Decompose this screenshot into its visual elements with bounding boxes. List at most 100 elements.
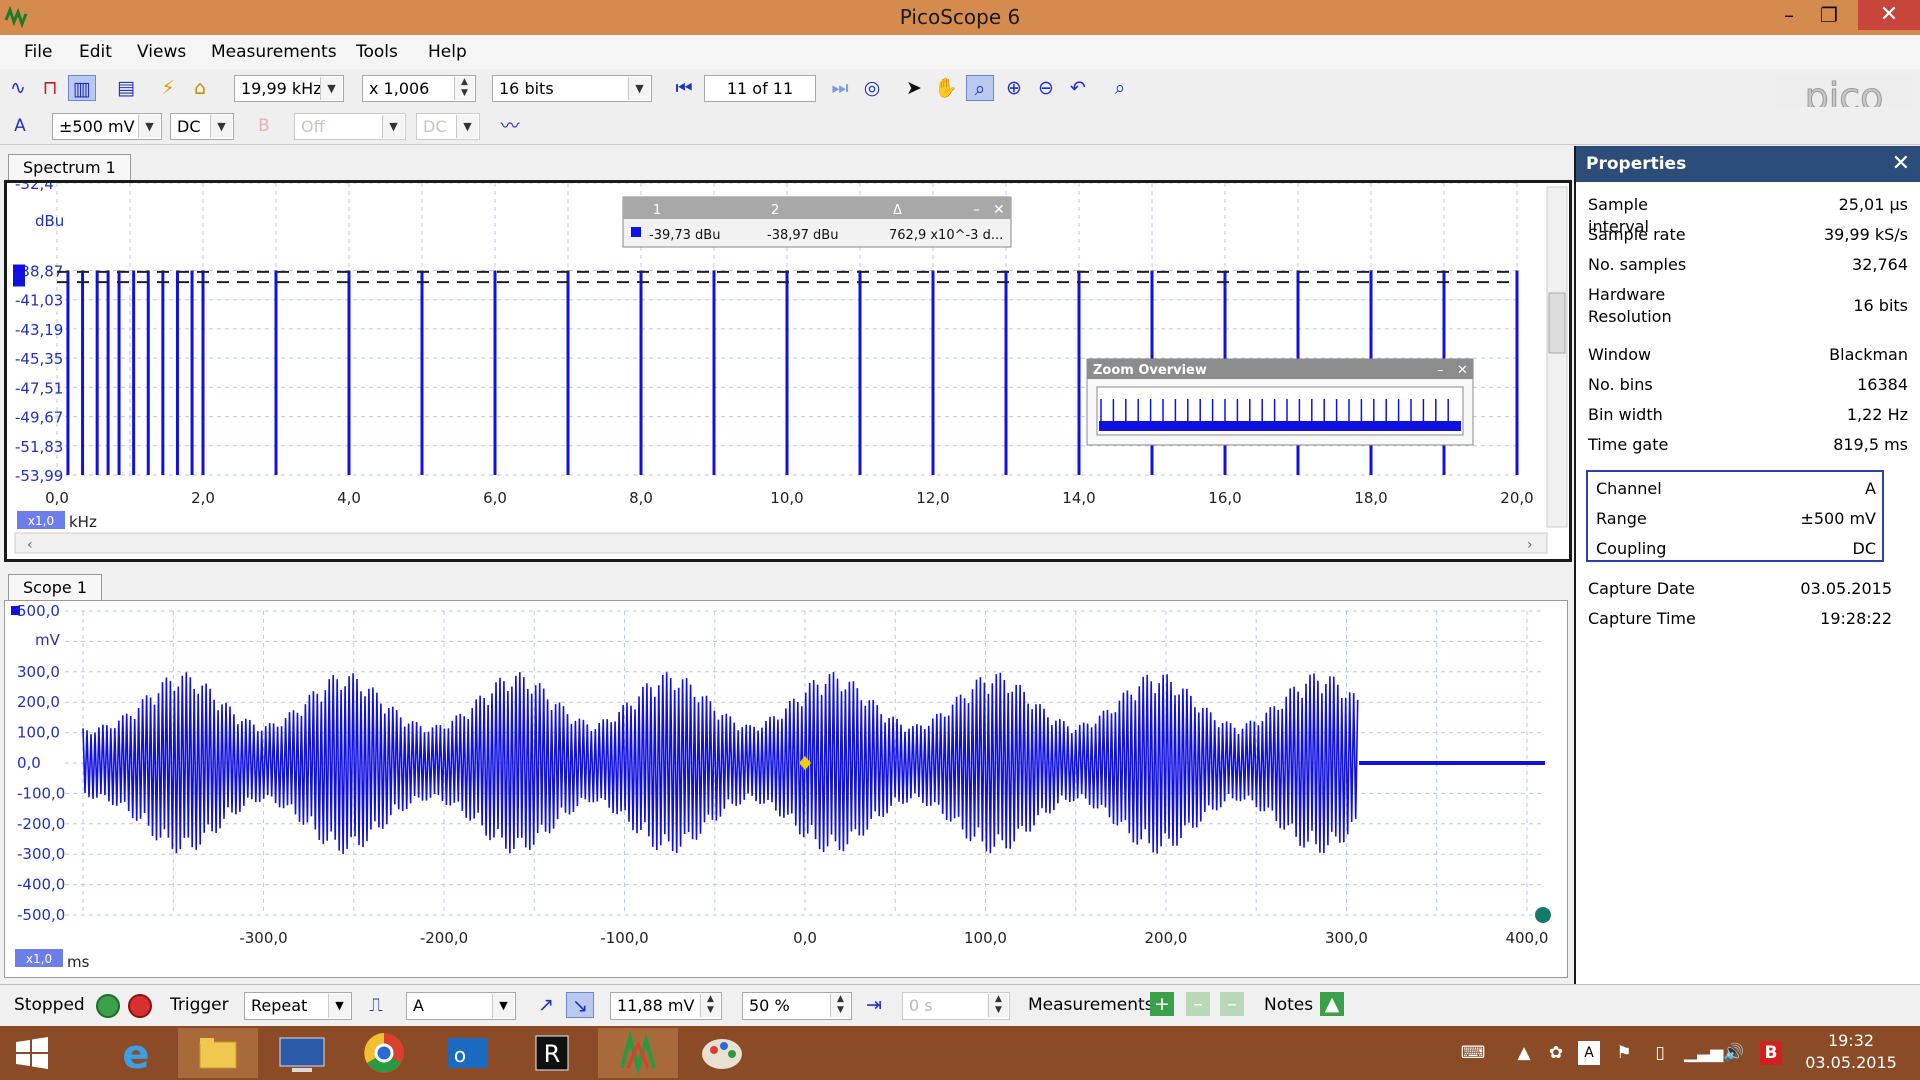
channel-a-coupling-select[interactable]: DC ▼ [170,113,234,140]
tray-b-icon[interactable]: B [1760,1041,1782,1065]
buffer-navigator[interactable]: 11 of 11 [704,75,816,102]
falling-edge-icon[interactable]: ↘ [566,992,594,1018]
home-icon[interactable]: ⌂ [186,75,214,101]
internet-explorer-icon[interactable]: e [96,1028,176,1078]
zoom-fit-icon[interactable]: ⌕ [1106,75,1134,101]
tray-app-icon[interactable]: ✿ [1544,1041,1568,1065]
resolution-select[interactable]: 16 bits ▼ [492,75,652,102]
property-key: Sample rate [1588,225,1686,244]
property-key: Channel [1596,479,1662,498]
add-measurement-icon[interactable]: + [1150,992,1174,1016]
spectrum-chart[interactable]: -32,4-38,87-41,03-43,19-45,35-47,51-49,6… [7,175,1569,559]
trigger-mode-select[interactable]: Repeat ▼ [244,992,352,1020]
hand-tool-icon[interactable]: ✋ [932,75,960,101]
persistence-mode-icon[interactable]: ⊓ [36,75,64,101]
y-tick-label: -53,99 [15,467,63,485]
ruler-header-cell: 2 [771,203,779,218]
rising-edge-icon[interactable]: ↗ [532,992,560,1018]
close-icon: ✕ [993,202,1005,218]
channel-b-button[interactable]: B [250,113,278,139]
battery-icon[interactable]: ▯ [1648,1041,1672,1065]
navigator-icon[interactable]: ◎ [858,75,886,101]
y-tick-label: -49,67 [15,409,63,427]
add-view-icon[interactable]: ▤ [112,75,140,101]
chevron-down-icon: ▼ [328,994,350,1018]
series-swatch [631,227,641,237]
pointer-tool-icon[interactable]: ➤ [900,75,928,101]
menu-measurements[interactable]: Measurements [211,42,337,62]
volume-icon[interactable]: 🔊 [1722,1041,1746,1065]
show-hidden-icons[interactable]: ▲ [1512,1041,1536,1065]
close-icon[interactable]: ✕ [1892,146,1910,182]
next-buffer-icon[interactable]: ⏭ [826,75,854,101]
spin-arrows-icon: ▲ ▼ [454,77,474,100]
auto-setup-icon[interactable]: ⚡ [154,75,182,101]
channel-b-coupling-select[interactable]: DC ▼ [416,113,480,140]
lenovo-icon[interactable] [262,1028,342,1078]
minimize-icon: – [973,202,980,218]
tab-scope[interactable]: Scope 1 [8,574,103,601]
trigger-level-spinner[interactable]: 11,88 mV ▲ ▼ [610,992,722,1020]
chevron-down-icon: ▼ [492,994,514,1018]
pre-trigger-spinner[interactable]: 50 % ▲ ▼ [742,992,852,1020]
delete-measurement-icon[interactable]: – [1220,992,1244,1016]
trigger-type-icon[interactable]: ⎍ [362,992,390,1018]
windows-start-icon[interactable] [4,1028,60,1078]
zoom-area-icon[interactable]: ⌕ [966,75,994,101]
x-tick-label: 12,0 [916,489,949,507]
zoom-out-icon[interactable]: ⊖ [1032,75,1060,101]
property-value: A [1865,479,1876,498]
trigger-channel-select[interactable]: A ▼ [406,992,516,1020]
channel-a-range-select[interactable]: ±500 mV ▼ [52,113,162,140]
file-explorer-icon[interactable] [178,1028,258,1078]
ruler-table-header [623,197,1011,219]
paint-icon[interactable] [682,1028,762,1078]
picoscope-taskbar-icon[interactable] [598,1028,678,1078]
vertical-scrollbar [1546,186,1568,528]
horizontal-scrollbar [14,532,1548,554]
zoom-in-icon[interactable]: ⊕ [1000,75,1028,101]
menu-help[interactable]: Help [428,42,467,62]
taskbar-clock[interactable]: 19:32 03.05.2015 [1786,1030,1916,1074]
outlook-icon[interactable]: o [428,1028,508,1078]
maximize-button[interactable]: ❐ [1806,0,1852,30]
frequency-range-select[interactable]: 19,99 kHz ▼ [234,75,344,102]
network-signal-icon[interactable]: ▁▃▅ [1684,1041,1723,1065]
post-trigger-icon[interactable]: ⇥ [860,992,888,1018]
y-tick-label: 500,0 [17,602,60,620]
r-app-icon[interactable]: R [512,1028,592,1078]
close-button[interactable]: ✕ [1858,0,1920,30]
tab-spectrum[interactable]: Spectrum 1 [8,154,131,181]
start-capture-icon[interactable] [96,994,120,1018]
edit-measurement-icon[interactable]: – [1186,992,1210,1016]
scope-chart[interactable]: 500,0 300,0 200,0 100,0 0,0 -100,0 -200,0 -300,… [5,601,1567,977]
channel-options-icon[interactable]: 〰 [496,113,524,139]
previous-buffer-icon[interactable]: ⏮ [670,75,698,101]
chrome-icon[interactable] [344,1028,424,1078]
stop-capture-icon[interactable] [128,994,152,1018]
spin-arrows-icon: ▲ ▼ [700,994,720,1017]
zoom-spinner[interactable]: x 1,006 ▲ ▼ [362,75,476,102]
notes-expand-icon[interactable]: ▲ [1320,992,1344,1016]
trigger-delay-spinner[interactable]: 0 s ▲ ▼ [902,992,1010,1020]
chevron-down-icon: ▼ [382,115,404,138]
spectrum-view: -32,4 -38,87 -41,03 -43,19 -45,35 -47,51 -49,6… [4,175,1572,562]
menu-tools[interactable]: Tools [356,42,398,62]
menu-edit[interactable]: Edit [79,42,112,62]
channel-a-button[interactable]: A [6,113,34,139]
title-bar: PicoScope 6 – ❐ ✕ [0,0,1920,35]
action-center-icon[interactable]: ⚑ [1612,1041,1636,1065]
y-tick-label: -32,4 [15,183,54,193]
y-tick-label: -41,03 [15,292,63,310]
input-language-icon[interactable]: A [1578,1041,1600,1065]
scope-mode-icon[interactable]: ∿ [4,75,32,101]
touch-keyboard-icon[interactable]: ⌨ [1448,1041,1498,1065]
spectrum-mode-icon[interactable]: ▥ [68,75,96,101]
channel-b-range-select[interactable]: Off ▼ [294,113,406,140]
capture-state: Stopped [14,995,85,1015]
undo-zoom-icon[interactable]: ↶ [1064,75,1092,101]
svg-text:R: R [544,1040,561,1068]
menu-file[interactable]: File [24,42,52,62]
menu-views[interactable]: Views [137,42,186,62]
x-tick-label: 10,0 [770,489,803,507]
